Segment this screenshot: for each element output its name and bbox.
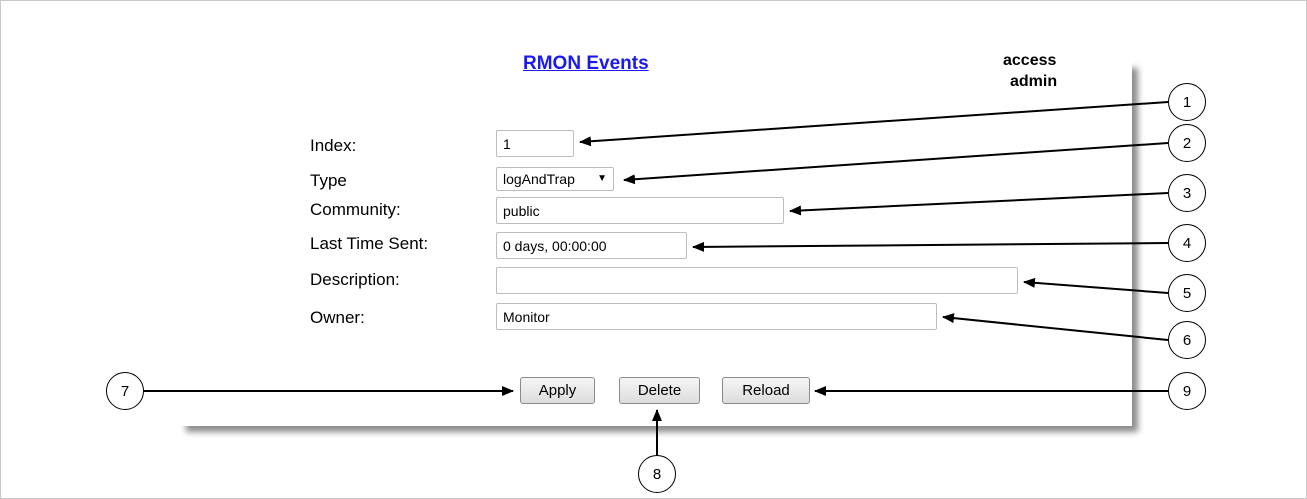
callout-arrows [144,101,1169,457]
arrow-1 [579,101,1169,147]
arrow-4 [692,241,1169,252]
callout-6: 6 [1168,321,1206,359]
arrow-2 [623,142,1169,185]
callout-3: 3 [1168,174,1206,212]
arrow-3 [789,192,1169,216]
callout-8: 8 [638,455,676,493]
callout-5: 5 [1168,274,1206,312]
arrow-5 [1023,277,1169,294]
arrow-6 [942,313,1169,341]
callout-4: 4 [1168,224,1206,262]
callout-1: 1 [1168,83,1206,121]
callout-2: 2 [1168,124,1206,162]
callout-9: 9 [1168,372,1206,410]
callout-7: 7 [106,372,144,410]
